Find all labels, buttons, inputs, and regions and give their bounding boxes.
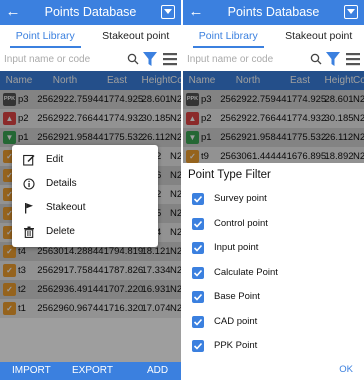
filter-option[interactable]: Control point [183,212,364,236]
search-row [183,49,364,71]
tab-stakeout-point[interactable]: Stakeout point [274,25,364,49]
checkbox-checked-icon[interactable] [192,291,204,303]
tab-bar: Point Library Stakeout point [0,25,181,49]
search-icon[interactable] [127,53,139,65]
import-button[interactable]: IMPORT [12,362,51,380]
info-icon [23,178,35,190]
menu-item-label: Details [46,178,77,189]
left-screen: ← Points Database Point Library Stakeout… [0,0,181,380]
dropdown-menu-icon[interactable] [161,5,175,19]
filter-option-label: Input point [214,242,259,253]
tab-bar: Point Library Stakeout point [183,25,364,49]
filter-option[interactable]: CAD point [183,310,364,334]
page-title: Points Database [44,5,137,19]
search-input[interactable] [187,50,307,69]
checkbox-checked-icon[interactable] [192,193,204,205]
menu-item-edit[interactable]: Edit [12,148,158,172]
title-bar: ← Points Database [183,0,364,25]
dialog-title: Point Type Filter [188,169,271,181]
menu-item-label: Delete [46,226,75,237]
bottom-action-bar: IMPORT EXPORT ADD [0,362,181,380]
checkbox-checked-icon[interactable] [192,266,204,279]
filter-option[interactable]: Calculate Point [183,261,364,285]
filter-option[interactable]: Survey point [183,187,364,211]
ok-button[interactable]: OK [339,364,353,375]
tab-stakeout-point[interactable]: Stakeout point [91,25,182,49]
filter-icon[interactable] [326,52,340,67]
menu-item-delete[interactable]: Delete [12,220,158,244]
tab-point-library[interactable]: Point Library [183,25,274,49]
title-bar: ← Points Database [0,0,181,25]
menu-item-details[interactable]: Details [12,172,158,196]
search-input[interactable] [4,50,124,69]
right-screen: ← Points Database Point Library Stakeout… [183,0,364,380]
filter-option-label: CAD point [214,315,258,327]
trash-icon [24,226,34,238]
page-title: Points Database [227,5,320,19]
filter-option[interactable]: Base Point [183,285,364,309]
filter-option-label: Calculate Point [214,266,278,278]
list-settings-icon[interactable] [163,52,177,66]
filter-option-label: PPK Point [214,340,258,351]
search-icon[interactable] [310,53,322,65]
checkbox-checked-icon[interactable] [192,217,204,230]
filter-option-label: Survey point [214,193,267,204]
menu-item-stakeout[interactable]: Stakeout [12,196,158,220]
edit-icon [23,154,35,166]
checkbox-checked-icon[interactable] [192,242,204,254]
menu-item-label: Edit [46,154,64,165]
filter-option-label: Control point [214,217,268,229]
checkbox-checked-icon[interactable] [192,340,204,352]
export-button[interactable]: EXPORT [72,362,113,380]
search-row [0,49,181,71]
dropdown-menu-icon[interactable] [344,5,358,19]
context-menu: Edit Details Stakeout Delete [12,145,158,247]
flag-icon [25,203,33,214]
point-type-filter-dialog: Point Type Filter Survey point Control po… [183,163,364,380]
filter-option[interactable]: PPK Point [183,334,364,358]
menu-item-label: Stakeout [46,202,86,213]
add-button[interactable]: ADD [147,362,168,380]
filter-icon[interactable] [143,52,157,67]
checkbox-checked-icon[interactable] [192,315,204,328]
tab-point-library[interactable]: Point Library [0,25,91,49]
filter-option-label: Base Point [214,291,260,302]
filter-option[interactable]: Input point [183,236,364,260]
list-settings-icon[interactable] [346,52,360,66]
